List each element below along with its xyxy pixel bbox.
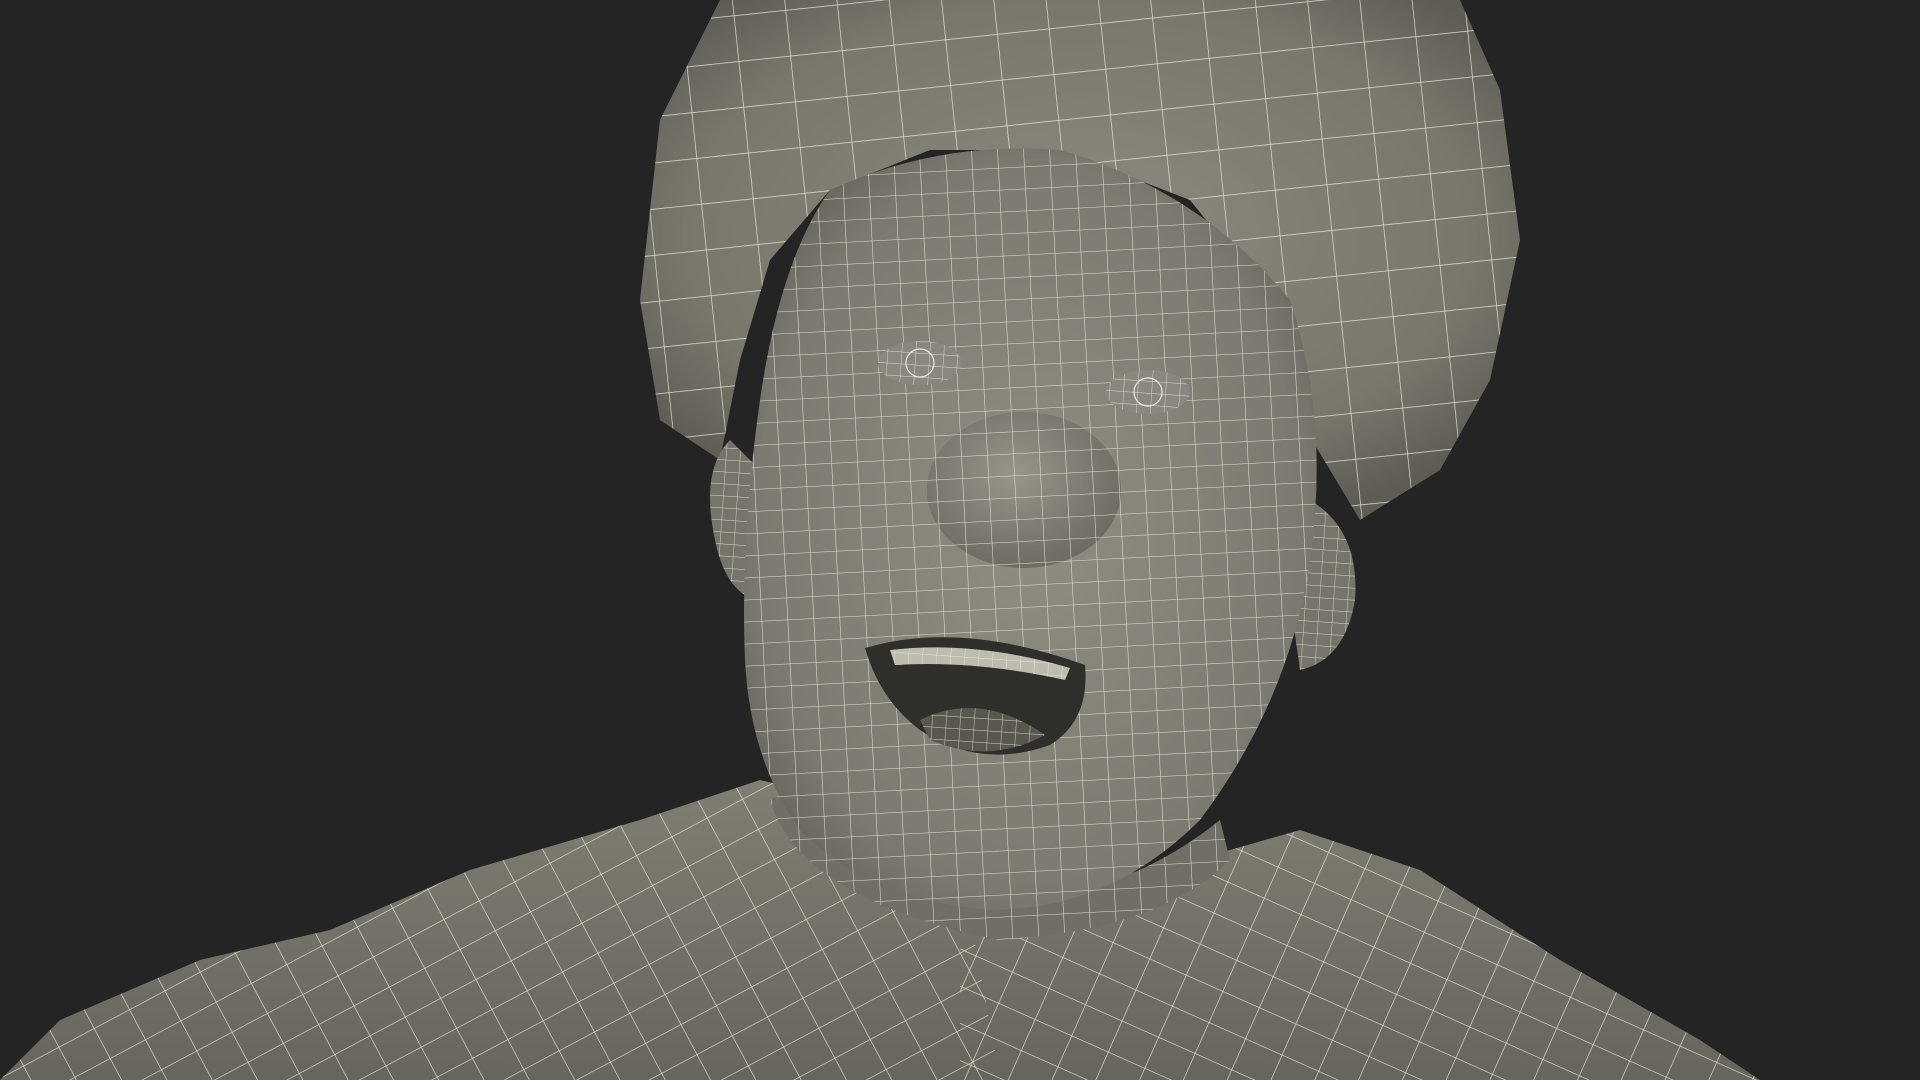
eye-left bbox=[878, 341, 962, 385]
clown-nose bbox=[927, 412, 1121, 568]
wireframe-render bbox=[0, 0, 1760, 1080]
render-viewport bbox=[0, 0, 1920, 1080]
eye-right bbox=[1106, 370, 1190, 414]
